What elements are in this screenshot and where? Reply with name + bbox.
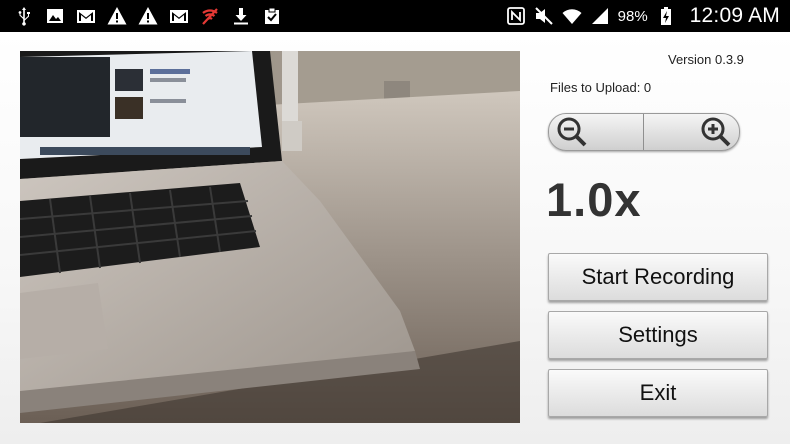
app-screen: Version 0.3.9 Files to Upload: 0 1.0x St… [0, 32, 790, 444]
download-icon [231, 6, 251, 26]
zoom-level-readout: 1.0x [546, 173, 642, 226]
wifi-icon [562, 6, 582, 26]
nfc-icon [506, 6, 526, 26]
battery-charging-icon [656, 6, 676, 26]
clock: 12:09 AM [689, 4, 780, 27]
exit-button[interactable]: Exit [548, 369, 768, 417]
notification-icons [14, 0, 282, 32]
files-to-upload-label: Files to Upload: 0 [550, 80, 652, 95]
clipboard-check-icon [262, 6, 282, 26]
signal-icon [590, 6, 610, 26]
wifi-off-icon [200, 6, 220, 26]
start-recording-button[interactable]: Start Recording [548, 253, 768, 301]
warning-icon [138, 6, 158, 26]
camera-preview [20, 51, 520, 423]
status-bar: 98% 12:09 AM [0, 0, 790, 32]
mute-icon [534, 6, 554, 26]
settings-button[interactable]: Settings [548, 311, 768, 359]
gmail-icon [76, 6, 96, 26]
version-label: Version 0.3.9 [668, 52, 744, 67]
zoom-control [548, 113, 740, 151]
system-icons: 98% 12:09 AM [506, 0, 780, 32]
warning-icon [107, 6, 127, 26]
zoom-in-button[interactable] [644, 114, 739, 150]
image-icon [45, 6, 65, 26]
zoom-out-icon [557, 117, 587, 147]
zoom-in-icon [701, 117, 731, 147]
gmail-icon [169, 6, 189, 26]
usb-icon [14, 6, 34, 26]
battery-percent: 98% [617, 7, 648, 25]
zoom-out-button[interactable] [549, 114, 644, 150]
